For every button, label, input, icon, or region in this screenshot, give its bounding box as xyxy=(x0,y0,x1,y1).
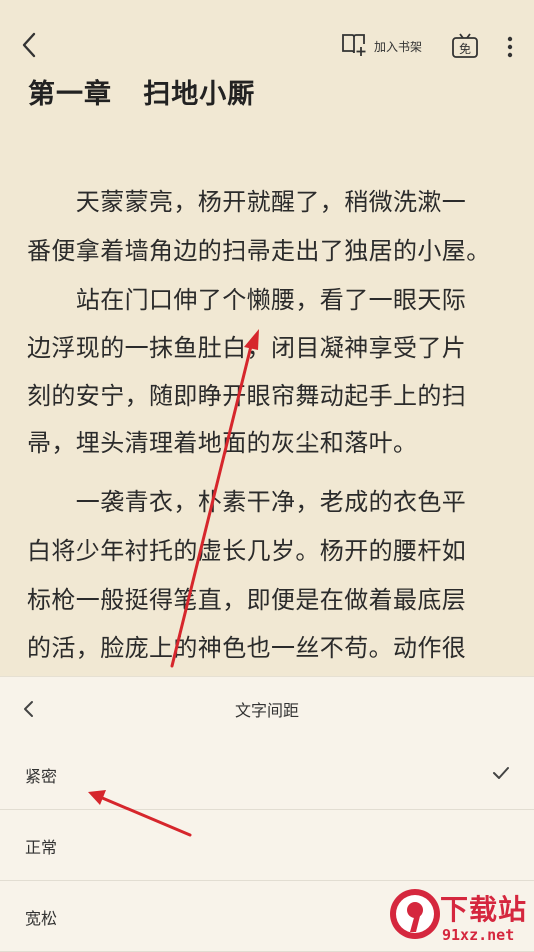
text-line: 一袭青衣，朴素干净，老成的衣色平 xyxy=(27,488,467,516)
check-icon xyxy=(492,765,510,781)
panel-header: 文字间距 xyxy=(0,677,534,739)
free-read-icon[interactable]: 免 xyxy=(451,33,479,59)
chapter-title: 第一章 扫地小厮 xyxy=(28,79,256,110)
text-line: 番便拿着墙角边的扫帚走出了独居的小屋。 xyxy=(27,237,491,265)
option-label: 紧密 xyxy=(25,767,58,786)
panel-title: 文字间距 xyxy=(234,701,299,720)
text-line: 帚，埋头清理着地面的灰尘和落叶。 xyxy=(27,429,418,457)
text-line: 站在门口伸了个懒腰，看了一眼天际 xyxy=(27,286,467,314)
option-label: 宽松 xyxy=(25,909,58,928)
spacing-option-compact[interactable]: 紧密 xyxy=(0,739,534,810)
spacing-option-normal[interactable]: 正常 xyxy=(0,810,534,881)
text-line: 边浮现的一抹鱼肚白，闭目凝神享受了片 xyxy=(27,334,467,362)
more-options-icon[interactable] xyxy=(498,34,522,60)
watermark-logo: 下载站 91xz.net xyxy=(388,884,534,950)
add-book-icon xyxy=(340,31,368,61)
text-line: 的活，脸庞上的神色也一丝不苟。动作很 xyxy=(27,634,467,662)
add-to-shelf-label: 加入书架 xyxy=(374,39,423,54)
reader-content[interactable]: 第一章 扫地小厮 天蒙蒙亮，杨开就醒了，稍微洗漱一 番便拿着墙角边的扫帚走出了独… xyxy=(0,72,534,676)
add-to-shelf-button[interactable]: 加入书架 xyxy=(340,32,422,60)
text-line: 白将少年衬托的虚长几岁。杨开的腰杆如 xyxy=(27,537,467,565)
watermark-badge-icon xyxy=(388,884,442,944)
back-icon[interactable] xyxy=(16,30,42,60)
watermark-domain: 91xz.net xyxy=(442,926,515,944)
top-bar: 加入书架 免 xyxy=(0,0,534,72)
watermark-brand: 下载站 xyxy=(440,893,528,926)
text-line: 标枪一般挺得笔直，即便是在做着最底层 xyxy=(27,586,467,614)
text-line: 天蒙蒙亮，杨开就醒了，稍微洗漱一 xyxy=(27,188,467,216)
option-label: 正常 xyxy=(25,838,58,857)
text-line: 刻的安宁，随即睁开眼帘舞动起手上的扫 xyxy=(27,382,467,410)
free-badge-text: 免 xyxy=(459,41,471,56)
